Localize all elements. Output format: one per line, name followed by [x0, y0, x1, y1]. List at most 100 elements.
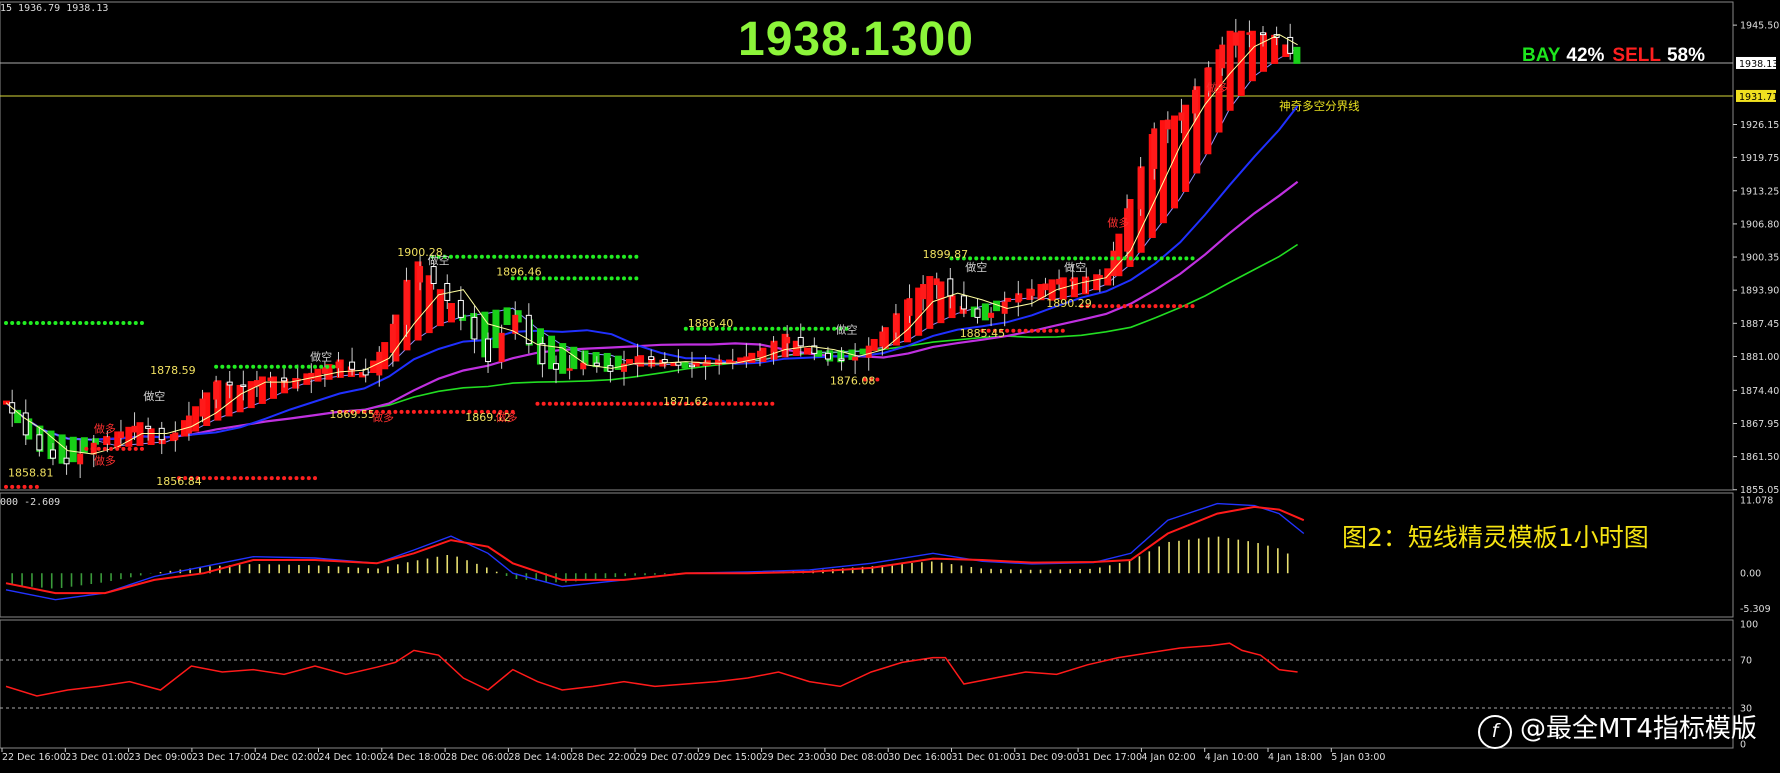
- swing-price-label: 1878.59: [150, 364, 196, 377]
- swing-price-label: 1856.84: [156, 475, 202, 488]
- time-tick-label: 24 Dec 18:00: [382, 752, 446, 763]
- support-dot-green: [998, 256, 1003, 261]
- ohlc-readout: 15 1936.79 1938.13: [0, 3, 109, 14]
- trade-signal-label: 做多: [496, 410, 518, 424]
- support-dot-green: [1091, 256, 1096, 261]
- trade-signal-label: 做多: [1206, 80, 1228, 94]
- candle-body: [389, 323, 396, 353]
- trade-signal-label: 做空: [428, 253, 450, 267]
- candle-body: [226, 381, 233, 386]
- candle-body: [471, 316, 478, 340]
- band-block-red: [948, 295, 956, 319]
- candle-body: [281, 377, 288, 382]
- resistance-dot-red: [16, 484, 21, 489]
- support-dot-green: [313, 364, 317, 369]
- resistance-dot-red: [1178, 304, 1183, 309]
- support-dot-green: [615, 254, 620, 259]
- candle-body: [1232, 32, 1239, 46]
- weibo-logo-icon: f: [1478, 715, 1512, 749]
- band-block-red: [1248, 30, 1256, 82]
- support-dot-green: [275, 364, 280, 369]
- support-dot-green: [133, 321, 138, 326]
- current-price-label: 1938.13: [1739, 59, 1778, 70]
- resistance-dot-red: [1153, 304, 1158, 309]
- resistance-dot-red: [560, 401, 565, 406]
- band-block-green: [1293, 46, 1301, 64]
- support-dot-green: [992, 256, 997, 261]
- resistance-dot-red: [294, 476, 299, 481]
- time-tick-label: 4 Jan 10:00: [1205, 752, 1259, 763]
- osc-line: [5, 642, 1298, 697]
- support-dot-green: [65, 321, 70, 326]
- support-dot-green: [226, 364, 231, 369]
- support-dot-green: [251, 364, 256, 369]
- candle-body: [1151, 128, 1158, 169]
- band-block-green: [69, 436, 77, 463]
- current-price-display: 1938.1300: [738, 13, 974, 66]
- candle-body: [593, 362, 600, 367]
- candle-body: [1246, 32, 1253, 35]
- candle-body: [240, 384, 247, 387]
- support-dot-green: [319, 364, 324, 369]
- support-dot-green: [745, 326, 750, 331]
- resistance-dot-red: [591, 401, 596, 406]
- support-dot-green: [1011, 256, 1016, 261]
- support-dot-green: [751, 326, 756, 331]
- support-dot-green: [782, 326, 787, 331]
- sell-percent: 58%: [1666, 45, 1705, 66]
- support-dot-green: [825, 326, 830, 331]
- candle-body: [145, 425, 152, 429]
- candle-body: [49, 449, 56, 459]
- resistance-dot-red: [232, 476, 237, 481]
- osc-tick-label: 100: [1740, 620, 1758, 631]
- resistance-dot-red: [646, 401, 651, 406]
- support-dot-green: [232, 364, 237, 369]
- support-dot-green: [1159, 256, 1164, 261]
- support-dot-green: [492, 254, 497, 259]
- trade-signal-label: 做多: [372, 410, 394, 424]
- trade-signal-label: 做空: [965, 260, 987, 274]
- candle-body: [498, 332, 505, 363]
- candle-body: [1137, 167, 1144, 210]
- resistance-dot-red: [1017, 328, 1022, 333]
- support-dot-green: [214, 364, 219, 369]
- price-tick-label: 1867.95: [1740, 419, 1779, 430]
- support-dot-green: [1073, 256, 1078, 261]
- support-dot-green: [300, 364, 305, 369]
- support-dot-green: [609, 254, 614, 259]
- support-dot-green: [980, 256, 985, 261]
- candle-body: [960, 295, 967, 310]
- candle-body: [824, 352, 831, 360]
- resistance-dot-red: [1110, 304, 1115, 309]
- support-dot-green: [4, 321, 8, 326]
- support-dot-green: [1036, 256, 1041, 261]
- resistance-dot-red: [263, 476, 268, 481]
- candle-body: [403, 281, 410, 325]
- resistance-dot-red: [1184, 304, 1189, 309]
- support-dot-green: [22, 321, 27, 326]
- trade-signal-label: 做空: [1064, 260, 1086, 274]
- support-dot-green: [1178, 256, 1183, 261]
- candle-body: [566, 368, 573, 371]
- price-tick-label: 1900.35: [1740, 253, 1779, 264]
- support-dot-green: [628, 276, 633, 281]
- support-dot-green: [523, 254, 528, 259]
- candle-body: [199, 398, 206, 417]
- candle-body: [1015, 294, 1022, 303]
- resistance-dot-red: [720, 401, 725, 406]
- candle-body: [988, 312, 995, 318]
- resistance-dot-red: [566, 401, 571, 406]
- resistance-dot-red: [615, 401, 620, 406]
- resistance-dot-red: [1048, 328, 1053, 333]
- support-dot-green: [1153, 256, 1158, 261]
- support-dot-green: [547, 254, 552, 259]
- resistance-dot-red: [708, 401, 713, 406]
- support-dot-green: [770, 326, 775, 331]
- resistance-dot-red: [313, 476, 317, 481]
- ma-fast-yellow: [5, 33, 1298, 455]
- macd-readout: 000 -2.609: [0, 497, 61, 508]
- resistance-dot-red: [1116, 304, 1121, 309]
- bay-label: BAY: [1522, 45, 1561, 66]
- support-dot-green: [757, 326, 762, 331]
- time-tick-label: 29 Dec 07:00: [635, 752, 699, 763]
